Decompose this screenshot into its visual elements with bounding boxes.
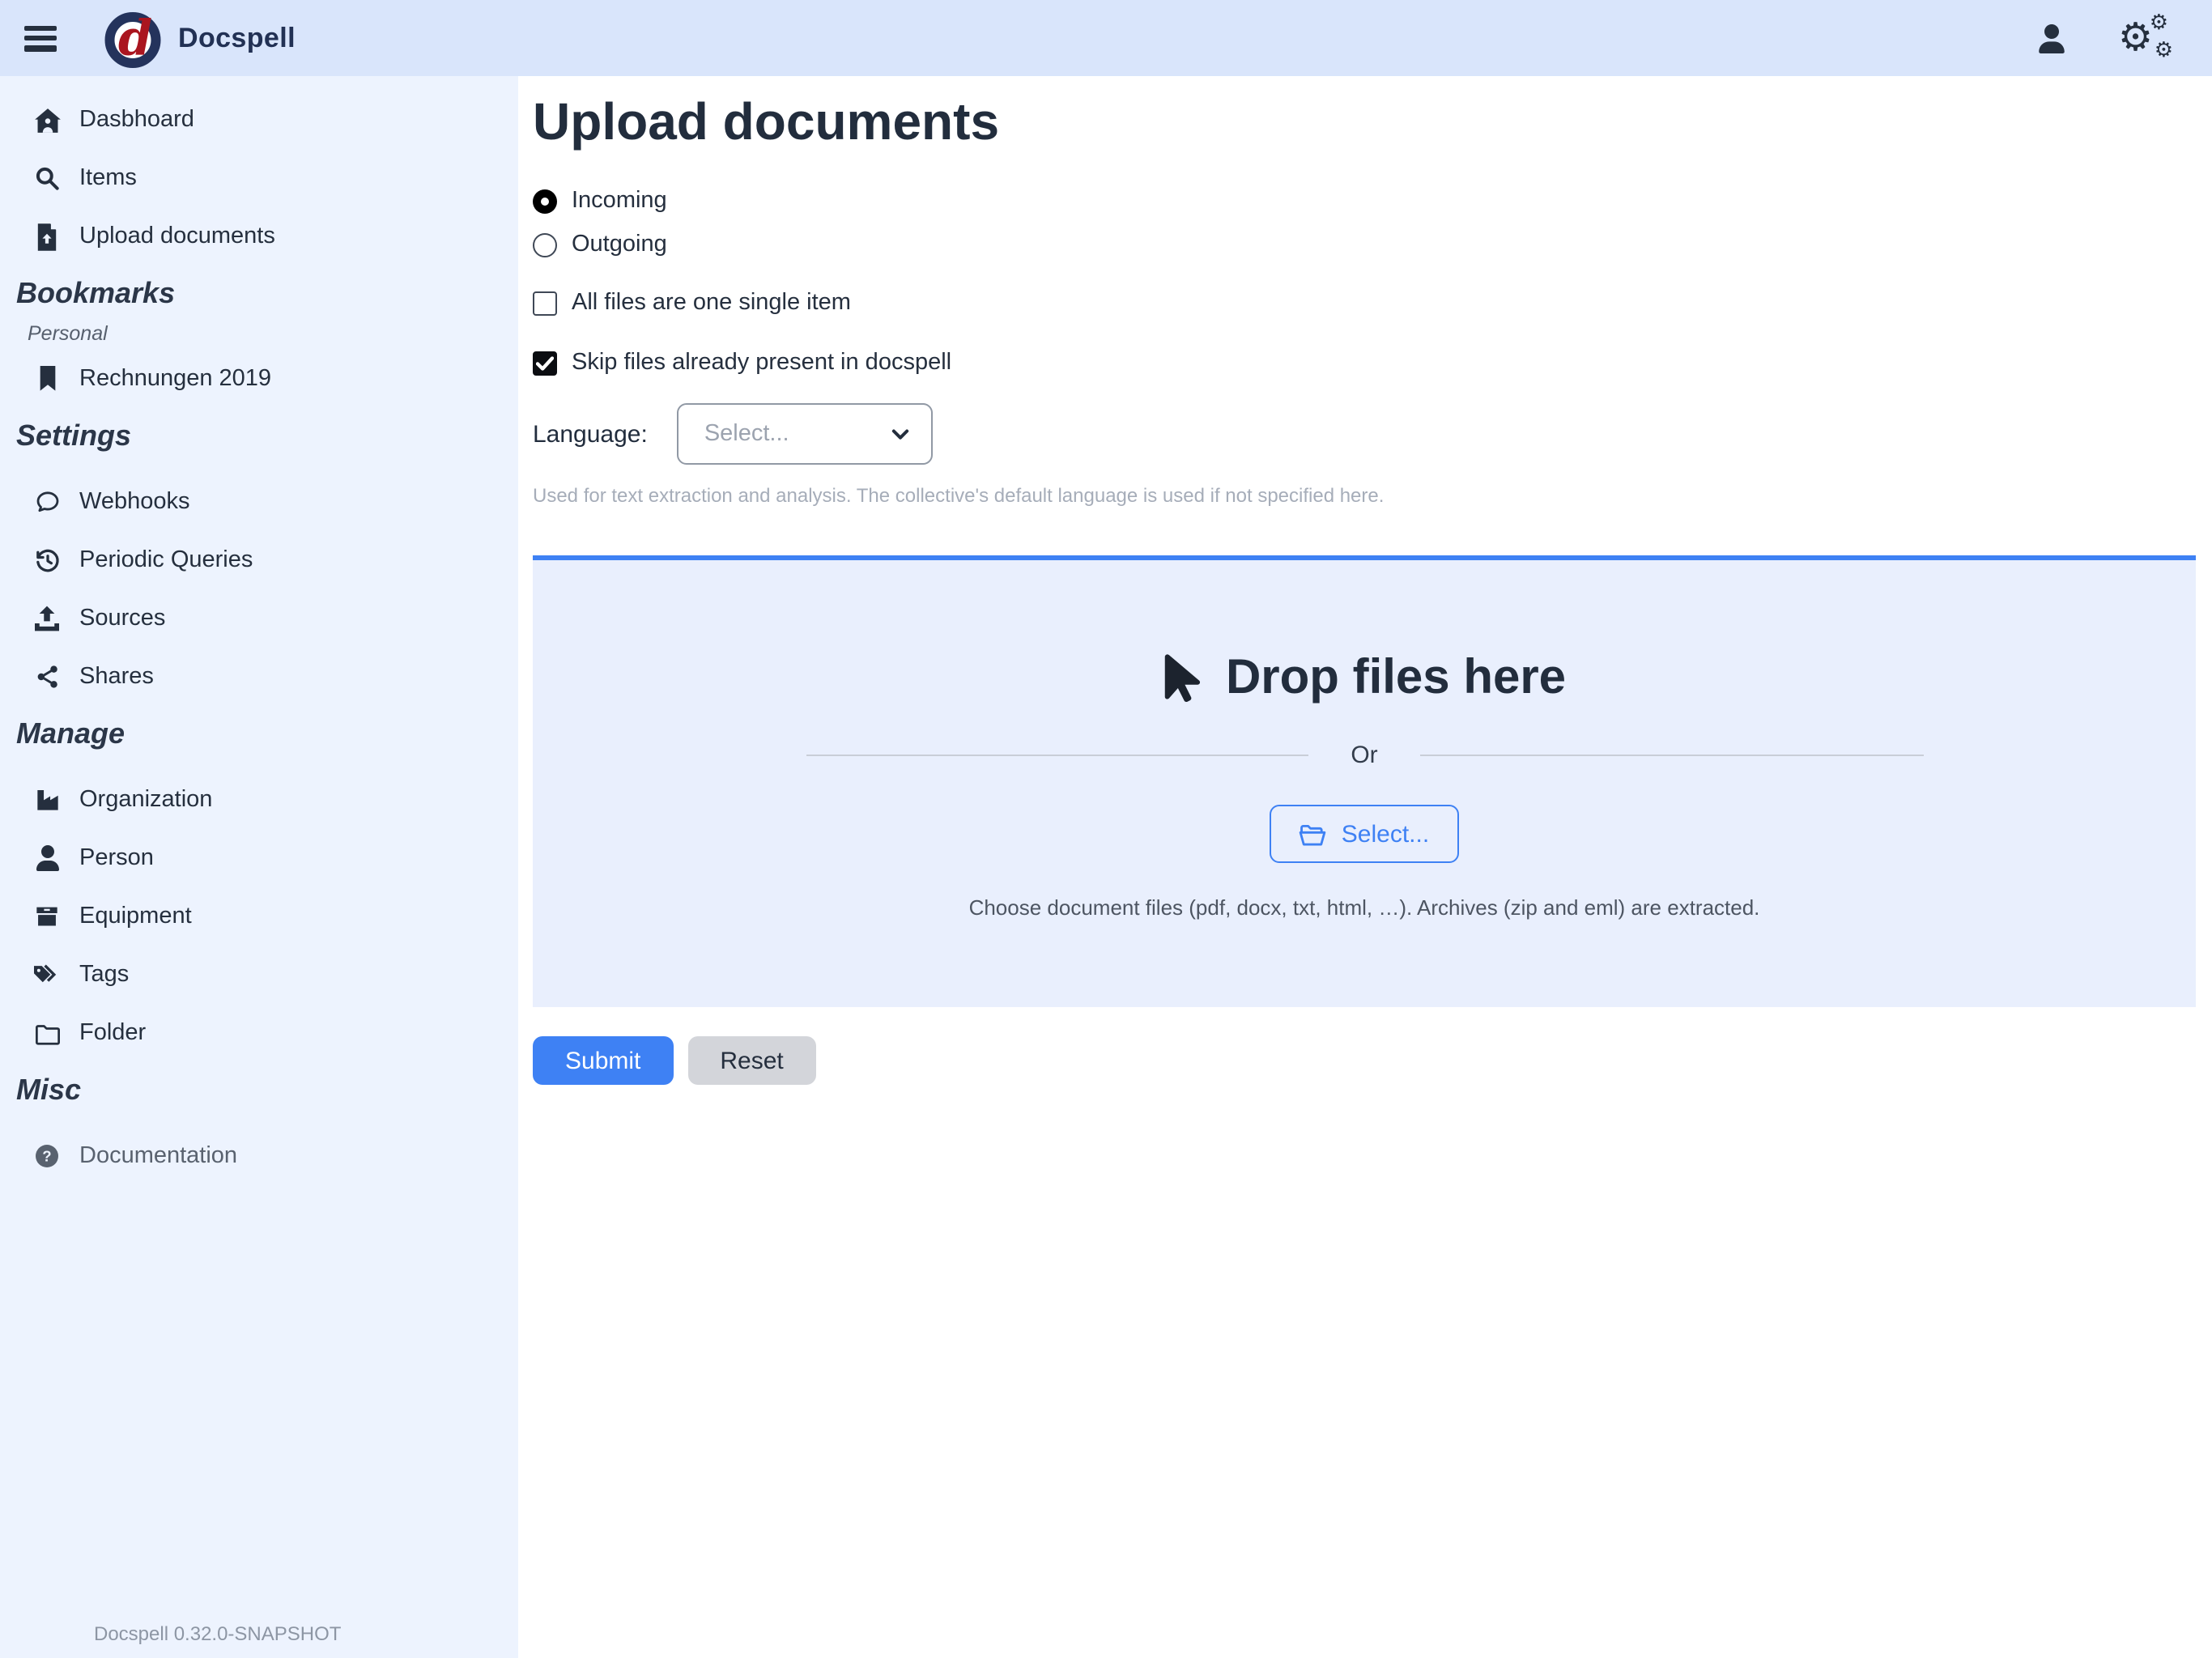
dropzone-divider: Or bbox=[806, 742, 1923, 769]
box-icon bbox=[32, 903, 62, 929]
sidebar-item-shares[interactable]: Shares bbox=[32, 659, 518, 695]
sidebar-item-label: Folder bbox=[79, 1020, 146, 1046]
sidebar-section-settings: Settings bbox=[16, 419, 518, 452]
sidebar-item-label: Person bbox=[79, 845, 154, 871]
settings-cogs-icon[interactable]: ⚙ ⚙ ⚙ bbox=[2118, 17, 2170, 59]
sidebar-item-documentation[interactable]: ? Documentation bbox=[32, 1138, 518, 1174]
top-bar: d Docspell ⚙ ⚙ ⚙ bbox=[0, 0, 2212, 76]
mouse-pointer-icon bbox=[1163, 651, 1202, 706]
sidebar-item-label: Dasbhoard bbox=[79, 107, 194, 133]
industry-icon bbox=[32, 787, 62, 813]
bookmark-icon bbox=[32, 366, 62, 392]
sidebar-item-items[interactable]: Items bbox=[32, 160, 518, 196]
sidebar-item-label: Upload documents bbox=[79, 223, 275, 249]
bookmark-group-label: Personal bbox=[28, 322, 518, 348]
sidebar: Dasbhoard Items bbox=[0, 76, 518, 1658]
house-user-icon bbox=[32, 106, 62, 134]
svg-text:?: ? bbox=[42, 1148, 51, 1165]
upload-icon bbox=[32, 606, 62, 631]
sidebar-item-equipment[interactable]: Equipment bbox=[32, 899, 518, 934]
sidebar-item-folder[interactable]: Folder bbox=[32, 1015, 518, 1051]
docspell-app: d Docspell ⚙ ⚙ ⚙ bbox=[0, 0, 2212, 1658]
submit-button[interactable]: Submit bbox=[533, 1036, 673, 1085]
history-icon bbox=[32, 546, 62, 574]
user-account-icon[interactable] bbox=[2037, 23, 2066, 53]
svg-text:d: d bbox=[118, 10, 152, 66]
checkbox-skip-duplicates[interactable]: Skip files already present in docspell bbox=[533, 346, 2196, 379]
sidebar-item-bookmark[interactable]: Rechnungen 2019 bbox=[32, 361, 518, 397]
dropzone-title-text: Drop files here bbox=[1226, 651, 1566, 706]
checkbox-single-item-label: All files are one single item bbox=[572, 290, 851, 316]
checkbox-skip-duplicates-label: Skip files already present in docspell bbox=[572, 350, 951, 376]
folder-icon bbox=[32, 1021, 62, 1045]
person-icon bbox=[32, 845, 62, 871]
select-files-button[interactable]: Select... bbox=[1270, 805, 1458, 863]
sidebar-item-label: Documentation bbox=[79, 1143, 237, 1169]
docspell-logo-icon: d bbox=[104, 9, 162, 67]
search-icon bbox=[32, 165, 62, 191]
share-nodes-icon bbox=[32, 664, 62, 690]
sidebar-item-label: Shares bbox=[79, 664, 154, 690]
checkbox-single-item-control[interactable] bbox=[533, 291, 557, 315]
sidebar-item-tags[interactable]: Tags bbox=[32, 957, 518, 993]
menu-toggle-icon[interactable] bbox=[24, 25, 57, 51]
sidebar-section-manage: Manage bbox=[16, 717, 518, 750]
sidebar-item-periodic-queries[interactable]: Periodic Queries bbox=[32, 542, 518, 578]
app-version: Docspell 0.32.0-SNAPSHOT bbox=[94, 1622, 341, 1645]
direction-radio-group: Incoming Outgoing bbox=[533, 185, 2196, 261]
sidebar-section-misc: Misc bbox=[16, 1073, 518, 1106]
sidebar-item-organization[interactable]: Organization bbox=[32, 782, 518, 818]
checkbox-skip-duplicates-control[interactable] bbox=[533, 351, 557, 375]
sidebar-item-label: Sources bbox=[79, 606, 165, 631]
sidebar-item-label: Organization bbox=[79, 787, 212, 813]
file-dropzone[interactable]: Drop files here Or Select... bbox=[533, 555, 2196, 1007]
upload-page: Upload documents Incoming Outgoing All f… bbox=[518, 76, 2212, 1658]
select-files-button-label: Select... bbox=[1342, 820, 1429, 848]
radio-outgoing-label: Outgoing bbox=[572, 232, 667, 257]
language-help-text: Used for text extraction and analysis. T… bbox=[533, 484, 2196, 507]
sidebar-item-label: Rechnungen 2019 bbox=[79, 366, 271, 392]
tags-icon bbox=[32, 962, 62, 988]
dropzone-hint: Choose document files (pdf, docx, txt, h… bbox=[969, 895, 1760, 920]
language-label: Language: bbox=[533, 420, 648, 448]
dropzone-title: Drop files here bbox=[1163, 651, 1566, 706]
sidebar-item-dashboard[interactable]: Dasbhoard bbox=[32, 102, 518, 138]
sidebar-item-label: Items bbox=[79, 165, 137, 191]
top-bar-actions: ⚙ ⚙ ⚙ bbox=[2037, 17, 2212, 59]
reset-button[interactable]: Reset bbox=[687, 1036, 815, 1085]
radio-incoming-control[interactable] bbox=[533, 189, 557, 213]
comment-icon bbox=[32, 489, 62, 515]
radio-outgoing[interactable]: Outgoing bbox=[533, 228, 2196, 261]
file-upload-icon bbox=[32, 223, 62, 250]
sidebar-item-sources[interactable]: Sources bbox=[32, 601, 518, 636]
sidebar-item-person[interactable]: Person bbox=[32, 840, 518, 876]
checkbox-single-item[interactable]: All files are one single item bbox=[533, 287, 2196, 319]
dropzone-or-label: Or bbox=[1351, 742, 1377, 769]
language-select-value: Select... bbox=[704, 421, 889, 447]
radio-outgoing-control[interactable] bbox=[533, 232, 557, 257]
app-title: Docspell bbox=[178, 22, 296, 54]
sidebar-item-webhooks[interactable]: Webhooks bbox=[32, 484, 518, 520]
radio-incoming-label: Incoming bbox=[572, 188, 667, 214]
chevron-down-icon bbox=[889, 423, 912, 445]
sidebar-item-label: Tags bbox=[79, 962, 129, 988]
page-title: Upload documents bbox=[533, 92, 2196, 152]
sidebar-item-label: Periodic Queries bbox=[79, 547, 253, 573]
form-actions: Submit Reset bbox=[533, 1036, 2196, 1085]
language-select[interactable]: Select... bbox=[677, 403, 933, 465]
sidebar-item-label: Webhooks bbox=[79, 489, 190, 515]
sidebar-item-upload-documents[interactable]: Upload documents bbox=[32, 219, 518, 254]
language-row: Language: Select... bbox=[533, 403, 2196, 465]
app-logo[interactable]: d Docspell bbox=[104, 9, 296, 67]
radio-incoming[interactable]: Incoming bbox=[533, 185, 2196, 217]
sidebar-item-label: Equipment bbox=[79, 903, 192, 929]
folder-open-icon bbox=[1300, 822, 1327, 846]
question-circle-icon: ? bbox=[32, 1143, 62, 1169]
sidebar-section-bookmarks: Bookmarks bbox=[16, 277, 518, 309]
